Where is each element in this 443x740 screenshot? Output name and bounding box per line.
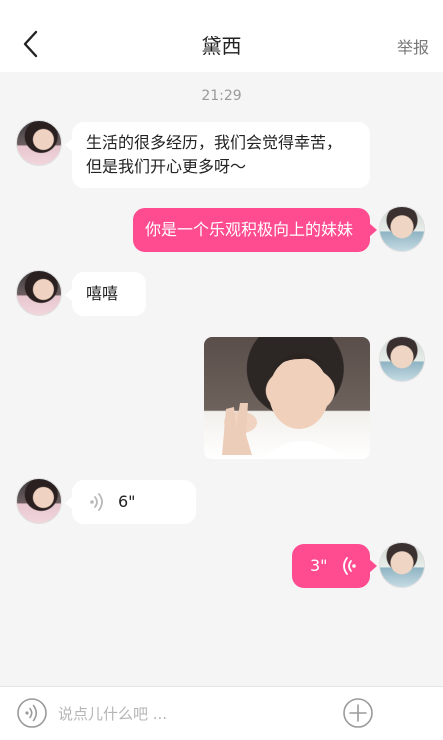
page-title: 黛西 xyxy=(201,34,242,58)
avatar[interactable] xyxy=(379,542,425,588)
message-bubble-incoming[interactable]: 生活的很多经历，我们会觉得幸苦， 但是我们开心更多呀～ xyxy=(65,122,370,188)
message-text: 嘻嘻 xyxy=(86,284,119,303)
voice-message-outgoing[interactable]: 3" xyxy=(292,544,377,588)
input-bar xyxy=(0,686,443,740)
voice-wave-icon xyxy=(90,493,103,511)
avatar[interactable] xyxy=(16,270,62,316)
top-bar: 黛西 举报 xyxy=(0,0,443,72)
chat-area[interactable]: 21:29 生活的很多经历，我们会觉得幸苦， 但是我们开心更多呀～ 你是一个乐观… xyxy=(0,72,443,686)
message-input[interactable] xyxy=(58,699,328,729)
avatar[interactable] xyxy=(16,478,62,524)
timestamp: 21:29 xyxy=(201,88,242,104)
voice-duration: 3" xyxy=(310,556,328,575)
voice-message-incoming[interactable]: 6" xyxy=(65,480,196,524)
avatar[interactable] xyxy=(16,120,62,166)
avatar[interactable] xyxy=(379,336,425,382)
voice-duration: 6" xyxy=(118,492,136,511)
voice-wave-icon xyxy=(343,557,356,575)
photo-thumbnail xyxy=(222,353,346,459)
plus-icon[interactable] xyxy=(342,697,374,729)
message-bubble-incoming[interactable]: 嘻嘻 xyxy=(65,272,146,316)
message-text-line: 生活的很多经历，我们会觉得幸苦， xyxy=(86,133,343,152)
message-text-line: 但是我们开心更多呀～ xyxy=(86,157,247,176)
avatar[interactable] xyxy=(379,206,425,252)
image-message[interactable] xyxy=(204,337,370,459)
message-text: 你是一个乐观积极向上的妹妹 xyxy=(145,220,354,239)
voice-toggle-icon[interactable] xyxy=(16,697,48,729)
message-bubble-outgoing[interactable]: 你是一个乐观积极向上的妹妹 xyxy=(133,208,377,252)
chevron-left-icon[interactable] xyxy=(18,28,44,60)
report-button[interactable]: 举报 xyxy=(397,34,429,58)
